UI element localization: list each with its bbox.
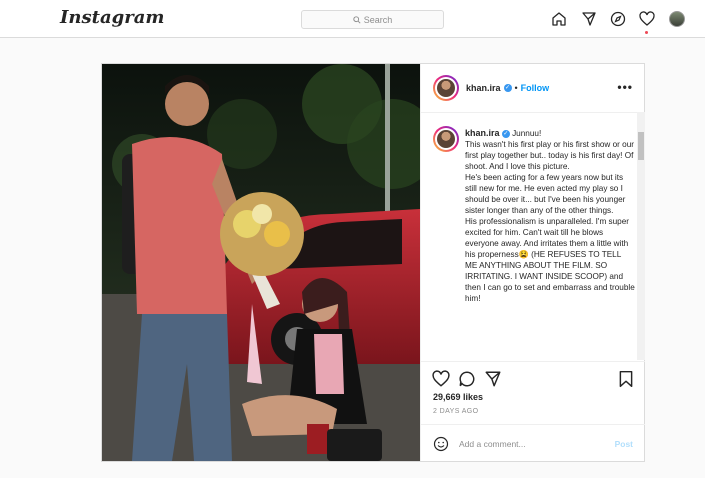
caption-username[interactable]: khan.ira [465, 128, 500, 138]
caption-verified-badge-icon: ✓ [501, 129, 510, 138]
emoji-icon[interactable] [433, 436, 449, 457]
post-header: khan.ira ✓ • Follow ••• [421, 64, 645, 113]
notification-dot [645, 31, 648, 34]
explore-icon[interactable] [609, 10, 627, 28]
post-caption: khan.ira ✓ Junnuu! This wasn't his first… [465, 128, 635, 304]
post-side-panel: khan.ira ✓ • Follow ••• khan.ira ✓ Junnu… [420, 64, 645, 461]
caption-scrollbar[interactable] [637, 112, 645, 360]
author-username[interactable]: khan.ira [466, 83, 501, 93]
home-icon[interactable] [550, 10, 568, 28]
post-card: khan.ira ✓ • Follow ••• khan.ira ✓ Junnu… [101, 63, 645, 462]
like-heart-icon[interactable] [432, 370, 450, 388]
verified-badge-icon: ✓ [503, 84, 512, 92]
caption-author-avatar[interactable] [433, 126, 459, 152]
comment-icon[interactable] [458, 370, 476, 388]
post-timestamp[interactable]: 2 DAYS AGO [433, 408, 479, 415]
instagram-logo[interactable]: Instagram [60, 7, 164, 28]
caption-line: He's been acting for a few years now but… [465, 173, 626, 215]
top-nav-bar: Instagram Search [0, 0, 705, 38]
author-avatar[interactable] [433, 75, 459, 101]
comment-input[interactable]: Add a comment... [459, 439, 526, 449]
share-icon[interactable] [484, 370, 502, 388]
post-comment-button[interactable]: Post [615, 439, 633, 449]
activity-heart-icon[interactable] [638, 10, 656, 28]
profile-avatar[interactable] [668, 10, 686, 28]
save-bookmark-icon[interactable] [617, 370, 635, 388]
post-photo[interactable] [102, 64, 420, 461]
post-actions: 29,669 likes 2 DAYS AGO Add a comment...… [421, 361, 645, 462]
follow-button[interactable]: Follow [521, 83, 550, 93]
more-options-icon[interactable]: ••• [617, 80, 633, 94]
direct-message-icon[interactable] [580, 10, 598, 28]
search-icon [353, 15, 361, 24]
likes-count[interactable]: 29,669 likes [433, 392, 483, 402]
search-placeholder: Search [363, 14, 393, 25]
caption-line: Junnuu! [512, 129, 542, 138]
caption-line: His professionalism is unparalleled. I'm… [465, 217, 635, 303]
comment-box: Add a comment... Post [421, 424, 645, 462]
caption-line: This wasn't his first play or his first … [465, 140, 635, 171]
scrollbar-thumb[interactable] [638, 132, 644, 160]
search-input[interactable]: Search [301, 10, 444, 29]
